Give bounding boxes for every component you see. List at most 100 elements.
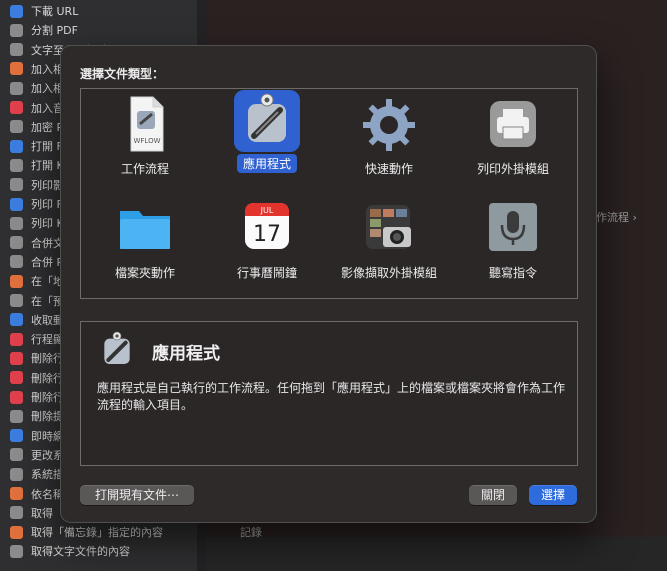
sidebar-item[interactable]: 取得「備忘錄」指定的內容 xyxy=(10,523,180,541)
action-icon xyxy=(10,294,23,307)
type-label: 檔案夾動作 xyxy=(114,266,175,280)
workflow-document-icon: WFLOW xyxy=(113,93,177,157)
sidebar-item-label: 分割 PDF xyxy=(31,24,78,38)
sidebar-item-label: 依名稱 xyxy=(31,487,64,501)
action-icon xyxy=(10,544,23,558)
type-label: 列印外掛模組 xyxy=(476,162,549,176)
sidebar-item[interactable]: 取得文字文件的內容 xyxy=(10,542,180,560)
close-button[interactable]: 關閉 xyxy=(469,485,517,505)
sidebar-item-label: 更改系 xyxy=(31,448,64,462)
type-quick-action[interactable]: 快速動作 xyxy=(333,93,445,178)
type-dictation-command[interactable]: 聽寫指令 xyxy=(457,197,569,282)
action-icon xyxy=(10,120,23,134)
sidebar-item-label: 刪除提 xyxy=(31,410,64,424)
action-icon xyxy=(10,274,23,288)
sidebar-item-label: 刪除行 xyxy=(31,371,64,385)
action-icon xyxy=(10,313,23,327)
sidebar-item-label: 即時網 xyxy=(31,429,64,443)
sidebar-item-label: 取得「備忘錄」指定的內容 xyxy=(31,526,163,540)
sidebar-item-label: 打開 F xyxy=(31,140,63,154)
automator-robot-icon xyxy=(234,90,300,152)
document-type-grid: WFLOW 工作流程 應用程式 快速動作 列印外掛模組 檔案夾動作 JUL 17… xyxy=(80,88,578,299)
action-icon xyxy=(10,101,23,114)
action-icon xyxy=(10,139,23,153)
description-panel: 應用程式 應用程式是自己執行的工作流程。任何拖到「應用程式」上的檔案或檔案夾將會… xyxy=(80,321,578,466)
type-calendar-alarm[interactable]: JUL 17 行事曆鬧鐘 xyxy=(211,197,323,282)
sidebar-item-label: 列印 F xyxy=(31,198,63,211)
type-label: 應用程式 xyxy=(236,154,297,173)
wflow-text: WFLOW xyxy=(133,137,160,145)
sidebar-item-label: 合併 P xyxy=(31,255,64,269)
action-icon xyxy=(10,390,23,404)
open-existing-document-button[interactable]: 打開現有文件⋯ xyxy=(80,485,194,505)
action-icon xyxy=(10,158,23,172)
type-label: 行事曆鬧鐘 xyxy=(236,266,297,280)
choose-button[interactable]: 選擇 xyxy=(529,485,577,505)
sidebar-item-label: 加密 P xyxy=(31,120,64,134)
type-label: 聽寫指令 xyxy=(488,266,537,280)
sidebar-item-label: 列印 K xyxy=(31,217,64,231)
sidebar-item-label: 下載 URL xyxy=(31,5,79,18)
action-icon xyxy=(10,62,23,76)
sidebar-item-label: 刪除行 xyxy=(31,391,64,404)
automator-robot-icon xyxy=(95,328,139,372)
type-workflow[interactable]: WFLOW 工作流程 xyxy=(89,93,201,178)
microphone-icon xyxy=(481,197,545,261)
sidebar-item[interactable]: 分割 PDF xyxy=(10,21,180,39)
dialog-title: 選擇文件類型： xyxy=(80,67,165,81)
action-icon xyxy=(10,448,23,462)
calendar-month: JUL xyxy=(260,206,274,215)
action-icon xyxy=(10,409,23,423)
action-icon xyxy=(10,23,23,37)
type-application[interactable]: 應用程式 xyxy=(211,90,323,173)
type-print-plugin[interactable]: 列印外掛模組 xyxy=(457,93,569,178)
sidebar-item-label: 系統描 xyxy=(31,468,64,482)
log-label: 記錄 xyxy=(240,526,262,539)
background-breadcrumb: 作流程 › xyxy=(596,211,637,224)
description-title: 應用程式 xyxy=(152,344,220,364)
action-icon xyxy=(10,43,23,57)
sidebar-item-label: 行程顯 xyxy=(31,333,64,347)
background-log-bar: 記錄 xyxy=(206,526,667,571)
action-icon xyxy=(10,4,23,18)
action-icon xyxy=(10,255,23,269)
sidebar-item-label: 取得文字文件的內容 xyxy=(31,545,130,559)
sidebar-item-label: 加入相 xyxy=(31,82,64,96)
action-icon xyxy=(10,197,23,211)
action-icon xyxy=(10,371,23,385)
action-icon xyxy=(10,429,23,443)
sidebar-item-label: 列印影 xyxy=(31,178,64,192)
action-icon xyxy=(10,487,23,500)
type-label: 快速動作 xyxy=(364,162,413,176)
type-image-capture-plugin[interactable]: 影像擷取外掛模組 xyxy=(333,197,445,282)
sidebar-item-label: 在「地 xyxy=(31,275,64,289)
action-icon xyxy=(10,467,23,481)
action-icon xyxy=(10,81,23,95)
calendar-icon: JUL 17 xyxy=(235,197,299,261)
printer-icon xyxy=(481,93,545,157)
calendar-day: 17 xyxy=(253,222,281,247)
gear-icon xyxy=(357,93,421,157)
sidebar-item-label: 在「預 xyxy=(31,294,64,308)
sidebar-item-label: 加入相 xyxy=(31,62,64,76)
folder-icon xyxy=(113,197,177,261)
type-label: 影像擷取外掛模組 xyxy=(340,266,437,280)
action-icon xyxy=(10,525,23,539)
type-folder-action[interactable]: 檔案夾動作 xyxy=(89,197,201,282)
description-text: 應用程式是自己執行的工作流程。任何拖到「應用程式」上的檔案或檔案夾將會作為工作流… xyxy=(97,381,566,412)
image-capture-icon xyxy=(357,197,421,261)
sidebar-item-label: 打開 K xyxy=(31,159,64,173)
sidebar-item-label: 取得 xyxy=(31,506,53,520)
sidebar-item-label: 合併文 xyxy=(31,236,64,250)
type-label: 工作流程 xyxy=(120,162,169,176)
sidebar-item-label: 刪除行 xyxy=(31,352,64,366)
action-icon xyxy=(10,178,23,192)
sidebar-item-label: 收取郵 xyxy=(31,313,64,327)
choose-document-type-dialog: 選擇文件類型： WFLOW 工作流程 應用程式 快速動作 列印外掛模組 檔案夾動… xyxy=(61,46,596,522)
action-icon xyxy=(10,216,23,230)
action-icon xyxy=(10,351,23,365)
sidebar-item-label: 加入音 xyxy=(31,101,64,115)
sidebar-item[interactable]: 下載 URL xyxy=(10,2,180,20)
action-icon xyxy=(10,332,23,346)
action-icon xyxy=(10,236,23,250)
